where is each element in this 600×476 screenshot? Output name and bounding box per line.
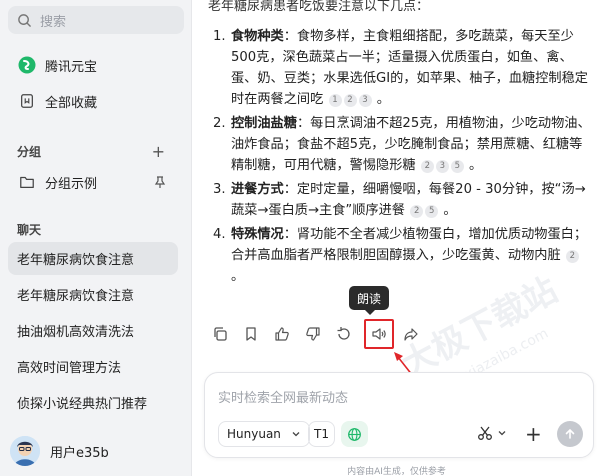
username: 用户e35b (50, 445, 109, 461)
group-item-label: 分组示例 (45, 176, 98, 192)
copy-icon (214, 327, 227, 341)
group-section-title: 分组 (17, 145, 42, 159)
web-search-toggle[interactable] (341, 421, 368, 447)
bookmark-icon (18, 92, 36, 110)
list-item-title: 特殊情况 (231, 227, 284, 242)
period: 。 (443, 203, 457, 218)
list-number: 1. (213, 29, 226, 44)
bookmark-icon (246, 327, 256, 341)
search-icon (18, 13, 31, 27)
chat-input-placeholder: 实时检索全网最新动态 (218, 391, 349, 406)
folder-icon (18, 173, 36, 191)
list-item-text: ：定时定量，细嚼慢咽，每餐20 - 30分钟，按“汤→蔬菜→蛋白质→主食”顺序进… (231, 182, 586, 218)
search-box[interactable]: 搜索 (8, 6, 184, 34)
period: 。 (231, 269, 245, 284)
citation-badge[interactable]: 2 (565, 250, 579, 263)
list-item-title: 进餐方式 (231, 182, 284, 197)
nav-item-yuanbao[interactable]: 腾讯元宝 (8, 50, 184, 80)
citation-badge[interactable]: 5 (425, 205, 439, 218)
list-item: 1. 食物种类：食物多样，主食粗细搭配，多吃蔬菜，每天至少500克，深色蔬菜占一… (213, 26, 591, 110)
chat-item[interactable]: 侦探小说经典热门推荐 (8, 386, 178, 419)
regenerate-button[interactable] (333, 323, 355, 345)
tools-dropdown[interactable] (477, 425, 507, 441)
citation-badge[interactable]: 2 (343, 94, 357, 107)
list-item: 3. 进餐方式：定时定量，细嚼慢咽，每餐20 - 30分钟，按“汤→蔬菜→蛋白质… (213, 179, 591, 221)
list-item: 4. 特殊情况：肾功能不全者减少植物蛋白，增加优质动物蛋白；合并高血脂者严格限制… (213, 224, 591, 287)
nav-item-label: 腾讯元宝 (45, 59, 98, 75)
chat-item-active[interactable]: 老年糖尿病饮食注意 (8, 242, 178, 275)
nav-item-favorites[interactable]: 全部收藏 (8, 86, 184, 116)
sidebar: 搜索 腾讯元宝 全部收藏 分组 + 分组示例 聊天 老年糖尿病饮食注意 老年糖尿… (0, 0, 192, 476)
list-number: 2. (213, 116, 226, 131)
globe-icon (348, 427, 361, 441)
citation-badge[interactable]: 5 (450, 160, 464, 173)
model-selector[interactable]: Hunyuan (218, 421, 310, 447)
chat-main: 老年糖尿病患者吃饭要注意以下几点： 1. 食物种类：食物多样，主食粗细搭配，多吃… (193, 0, 600, 476)
chat-section-title: 聊天 (17, 223, 42, 237)
period: 。 (376, 92, 390, 107)
chat-item[interactable]: 老年糖尿病饮食注意 (8, 278, 178, 311)
user-profile[interactable]: 用户e35b (10, 436, 109, 466)
share-icon (404, 328, 418, 341)
chevron-down-icon (292, 432, 300, 437)
ai-disclaimer: 内容由AI生成，仅供参考 (347, 467, 446, 476)
scissors-icon (478, 426, 492, 440)
chat-item[interactable]: 抽油烟机高效清洗法 (8, 314, 178, 347)
citation-badge[interactable]: 3 (358, 94, 372, 107)
search-placeholder: 搜索 (40, 14, 67, 30)
chevron-down-icon (498, 431, 506, 436)
yuanbao-logo-icon (18, 56, 36, 74)
add-attachment-button[interactable]: + (525, 422, 542, 446)
chat-item[interactable]: 高效时间管理方法 (8, 350, 178, 383)
dislike-button[interactable] (302, 323, 324, 345)
speaker-icon (372, 328, 386, 340)
nav-item-label: 全部收藏 (45, 95, 98, 111)
list-item-text: ：肾功能不全者减少植物蛋白，增加优质动物蛋白；合并高血脂者严格限制胆固醇摄入，少… (231, 227, 588, 263)
tooltip-read-aloud: 朗读 (349, 286, 389, 315)
citation-badge[interactable]: 2 (420, 160, 434, 173)
copy-button[interactable] (209, 323, 231, 345)
share-button[interactable] (400, 323, 422, 345)
thumbs-down-icon (306, 327, 320, 341)
citation-badge[interactable]: 3 (435, 160, 449, 173)
bookmark-button[interactable] (240, 323, 262, 345)
list-item-text: ：食物多样，主食粗细搭配，多吃蔬菜，每天至少500克，深色蔬菜占一半；适量摄入优… (231, 29, 588, 107)
citation-badge[interactable]: 1 (328, 94, 342, 107)
send-button[interactable] (557, 421, 583, 447)
period: 。 (469, 158, 483, 173)
list-number: 4. (213, 227, 226, 242)
list-number: 3. (213, 182, 226, 197)
list-item: 2. 控制油盐糖：每日烹调油不超25克，用植物油，少吃动物油、油炸食品；食盐不超… (213, 113, 591, 176)
list-item-title: 食物种类 (231, 29, 284, 44)
message-actions (209, 319, 431, 349)
pin-icon[interactable] (153, 175, 167, 189)
read-aloud-button[interactable] (364, 319, 394, 349)
send-arrow-icon (565, 428, 575, 439)
list-item-title: 控制油盐糖 (231, 116, 297, 131)
answer-intro: 老年糖尿病患者吃饭要注意以下几点： (208, 0, 430, 14)
add-group-icon[interactable]: + (152, 142, 165, 161)
citation-badge[interactable]: 2 (410, 205, 424, 218)
model-name: Hunyuan (227, 427, 281, 441)
thumbs-up-icon (275, 327, 289, 341)
refresh-icon (337, 327, 350, 340)
avatar (10, 436, 40, 466)
t1-toggle[interactable]: T1 (308, 421, 335, 447)
chat-input-box[interactable]: 实时检索全网最新动态 Hunyuan T1 + (204, 372, 594, 458)
answer-list: 1. 食物种类：食物多样，主食粗细搭配，多吃蔬菜，每天至少500克，深色蔬菜占一… (213, 26, 591, 290)
like-button[interactable] (271, 323, 293, 345)
